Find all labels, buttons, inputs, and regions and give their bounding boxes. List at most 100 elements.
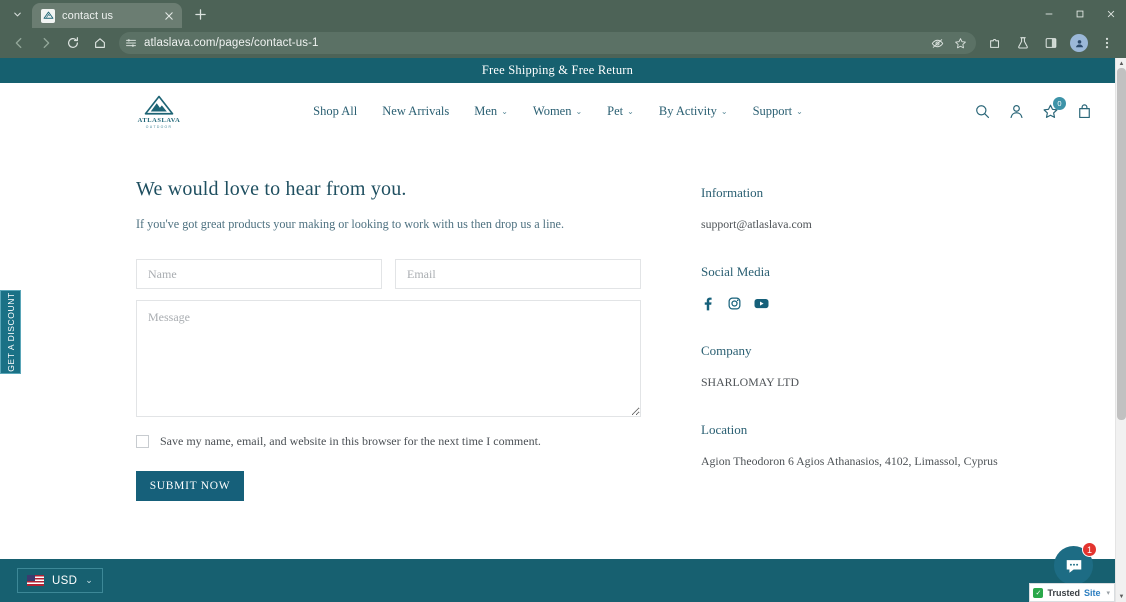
shopping-bag-icon[interactable] bbox=[1076, 103, 1093, 120]
chevron-down-icon: ⌄ bbox=[627, 107, 634, 116]
web-page: Free Shipping & Free Return ATLASLAVA OU… bbox=[0, 58, 1115, 602]
nav-item-shop-all[interactable]: Shop All bbox=[313, 104, 357, 119]
name-input[interactable] bbox=[136, 259, 382, 289]
page-viewport: Free Shipping & Free Return ATLASLAVA OU… bbox=[0, 58, 1126, 602]
get-a-discount-label: GET A DISCOUNT bbox=[5, 292, 16, 372]
company-name: SHARLOMAY LTD bbox=[701, 375, 799, 389]
reload-icon[interactable] bbox=[60, 30, 86, 56]
get-a-discount-tab[interactable]: GET A DISCOUNT bbox=[0, 290, 21, 374]
mountain-logo-icon bbox=[144, 95, 174, 115]
submit-button[interactable]: SUBMIT NOW bbox=[136, 471, 244, 501]
support-email[interactable]: support@atlaslava.com bbox=[701, 217, 971, 232]
browser-toolbar: atlaslava.com/pages/contact-us-1 bbox=[0, 28, 1126, 58]
check-icon: ✓ bbox=[1033, 587, 1044, 598]
chat-widget-button[interactable]: 1 bbox=[1054, 542, 1097, 585]
trustedsite-label-a: Trusted bbox=[1047, 587, 1080, 598]
page-scrollbar[interactable]: ▲ ▼ bbox=[1115, 58, 1126, 602]
chat-unread-badge: 1 bbox=[1082, 542, 1097, 557]
social-media-heading: Social Media bbox=[701, 264, 770, 279]
close-window-icon[interactable] bbox=[1095, 0, 1126, 28]
chevron-down-icon: ⌄ bbox=[501, 107, 508, 116]
save-info-checkbox[interactable] bbox=[136, 435, 149, 448]
tab-strip: contact us bbox=[0, 0, 1126, 28]
us-flag-icon bbox=[27, 575, 44, 586]
nav-item-men[interactable]: Men ⌄ bbox=[474, 104, 508, 119]
consent-label: Save my name, email, and website in this… bbox=[160, 434, 541, 448]
chevron-down-icon: ⌄ bbox=[85, 575, 93, 585]
tab-favicon-icon bbox=[41, 8, 55, 23]
trustedsite-badge[interactable]: ✓ Trusted Site ▾ bbox=[1029, 583, 1115, 602]
header-actions: 0 bbox=[934, 97, 1093, 120]
search-icon[interactable] bbox=[974, 103, 991, 120]
main-content: We would love to hear from you. If you'v… bbox=[0, 140, 1115, 501]
wishlist-count-badge: 0 bbox=[1053, 97, 1066, 110]
minimize-icon[interactable] bbox=[1033, 0, 1064, 28]
nav-label: By Activity bbox=[658, 104, 717, 118]
chevron-down-icon: ⌄ bbox=[796, 107, 803, 116]
name-email-row bbox=[136, 259, 641, 289]
tracking-protection-icon[interactable] bbox=[928, 34, 947, 53]
address-bar[interactable]: atlaslava.com/pages/contact-us-1 bbox=[119, 32, 976, 54]
nav-item-pet[interactable]: Pet ⌄ bbox=[607, 104, 634, 119]
browser-tab[interactable]: contact us bbox=[32, 3, 182, 28]
page-title: We would love to hear from you. bbox=[136, 178, 407, 200]
nav-item-new-arrivals[interactable]: New Arrivals bbox=[382, 104, 449, 119]
forward-icon[interactable] bbox=[33, 30, 59, 56]
announcement-bar: Free Shipping & Free Return bbox=[0, 58, 1115, 83]
user-account-icon[interactable] bbox=[1008, 103, 1025, 120]
page-subtitle: If you've got great products your making… bbox=[136, 217, 565, 231]
back-icon[interactable] bbox=[6, 30, 32, 56]
currency-selector[interactable]: USD ⌄ bbox=[17, 568, 103, 593]
contact-info-column: Information support@atlaslava.com Social… bbox=[641, 140, 998, 501]
nav-item-support[interactable]: Support ⌄ bbox=[753, 104, 803, 119]
nav-item-by-activity[interactable]: By Activity ⌄ bbox=[659, 104, 728, 119]
scroll-down-icon[interactable]: ▼ bbox=[1116, 591, 1126, 602]
nav-item-women[interactable]: Women ⌄ bbox=[533, 104, 582, 119]
tab-search-icon[interactable] bbox=[4, 1, 30, 27]
extensions-icon[interactable] bbox=[982, 30, 1008, 56]
logo-subtitle: OUTDOOR bbox=[145, 124, 173, 129]
wishlist-star-icon[interactable]: 0 bbox=[1042, 97, 1066, 120]
maximize-icon[interactable] bbox=[1064, 0, 1095, 28]
instagram-icon[interactable] bbox=[728, 297, 741, 310]
window-controls bbox=[1033, 0, 1126, 28]
company-address: Agion Theodoron 6 Agios Athanasios, 4102… bbox=[701, 454, 998, 468]
information-heading: Information bbox=[701, 185, 764, 200]
nav-label: Support bbox=[752, 104, 793, 118]
facebook-icon[interactable] bbox=[701, 297, 715, 311]
browser-menu-icon[interactable] bbox=[1094, 30, 1120, 56]
tab-title: contact us bbox=[62, 9, 114, 22]
youtube-icon[interactable] bbox=[754, 296, 769, 311]
nav-label: Women bbox=[532, 104, 572, 118]
scrollbar-thumb[interactable] bbox=[1117, 68, 1126, 420]
nav-label: New Arrivals bbox=[382, 104, 450, 118]
labs-flask-icon[interactable] bbox=[1010, 30, 1036, 56]
trustedsite-label-b: Site bbox=[1083, 587, 1101, 598]
currency-label: USD bbox=[52, 574, 78, 587]
nav-label: Pet bbox=[607, 104, 624, 118]
chevron-down-icon: ⌄ bbox=[720, 107, 728, 116]
email-input[interactable] bbox=[395, 259, 641, 289]
close-icon[interactable] bbox=[161, 8, 176, 23]
toolbar-right-actions bbox=[982, 30, 1120, 56]
site-header: ATLASLAVA OUTDOOR Shop All New Arrivals … bbox=[0, 83, 1115, 140]
chat-bubble-icon bbox=[1066, 559, 1081, 573]
site-logo[interactable]: ATLASLAVA OUTDOOR bbox=[136, 95, 182, 129]
home-icon[interactable] bbox=[87, 30, 113, 56]
logo-name: ATLASLAVA bbox=[137, 116, 181, 124]
location-heading: Location bbox=[701, 422, 748, 437]
profile-avatar-icon[interactable] bbox=[1070, 34, 1088, 52]
side-panel-icon[interactable] bbox=[1038, 30, 1064, 56]
currency-footer-bar: USD ⌄ bbox=[0, 559, 1115, 602]
main-nav: Shop All New Arrivals Men ⌄ Women ⌄ Pet bbox=[313, 104, 803, 119]
message-textarea[interactable] bbox=[136, 300, 641, 417]
bookmark-star-icon[interactable] bbox=[951, 34, 970, 53]
contact-form-column: We would love to hear from you. If you'v… bbox=[136, 140, 641, 501]
consent-row: Save my name, email, and website in this… bbox=[136, 434, 641, 449]
company-heading: Company bbox=[701, 343, 752, 358]
site-settings-icon[interactable] bbox=[125, 37, 137, 49]
new-tab-icon[interactable] bbox=[188, 2, 213, 27]
omnibox-actions bbox=[928, 34, 970, 53]
url-text: atlaslava.com/pages/contact-us-1 bbox=[144, 37, 319, 49]
nav-label: Men bbox=[474, 104, 498, 118]
